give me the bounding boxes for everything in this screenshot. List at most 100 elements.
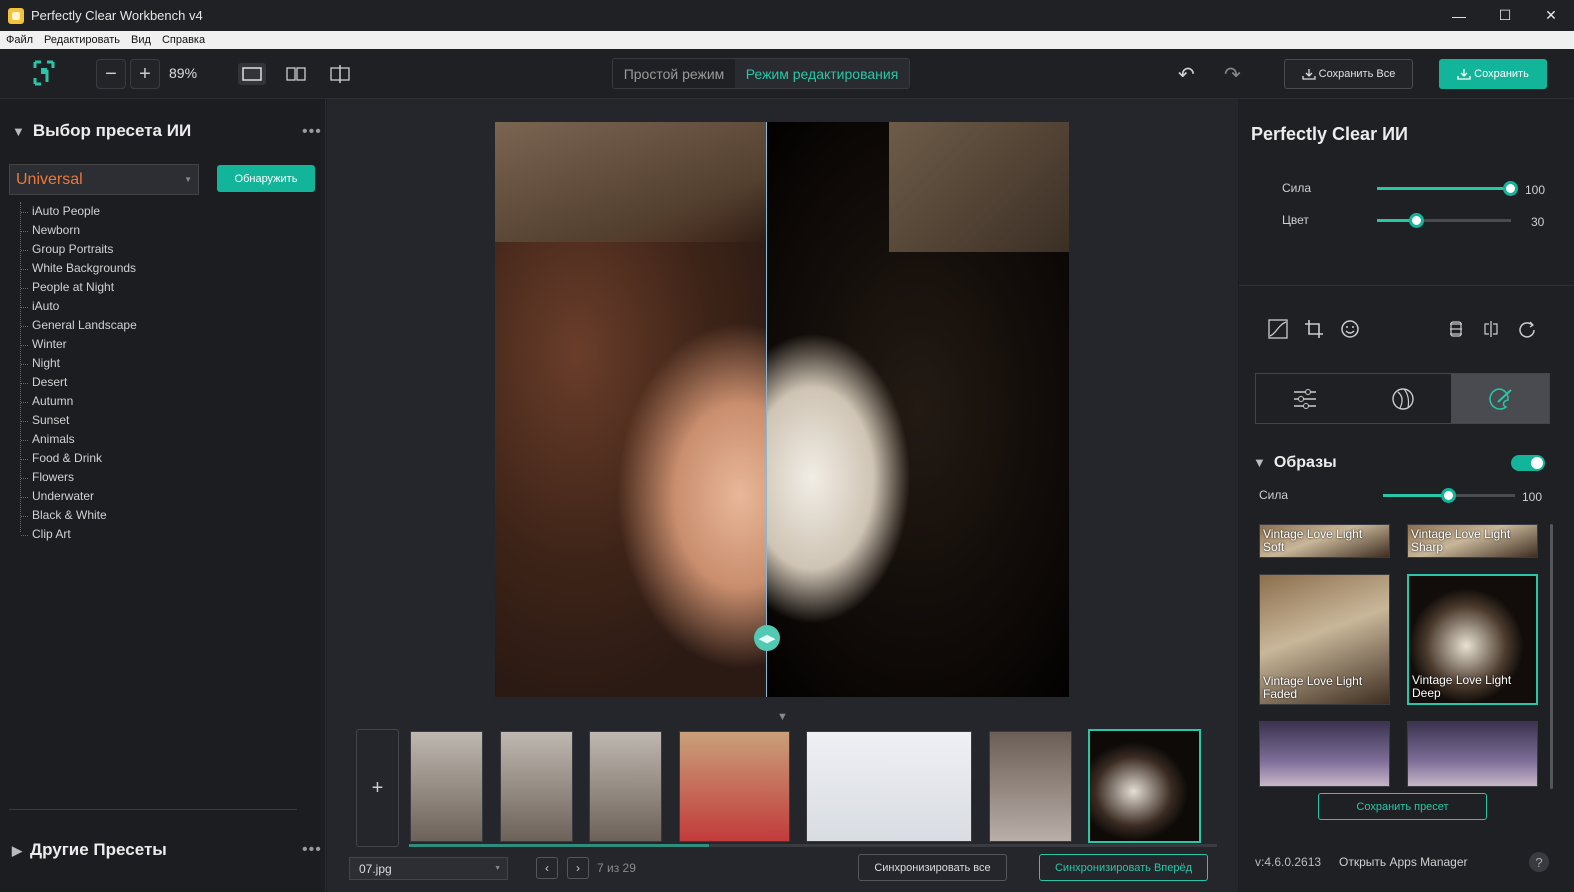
color-slider[interactable] (1377, 213, 1511, 228)
looks-toggle[interactable] (1511, 455, 1545, 471)
preset-item[interactable]: Flowers (21, 468, 220, 487)
thumbnail[interactable] (806, 731, 972, 842)
preset-item[interactable]: Winter (21, 335, 220, 354)
look-thumbnail[interactable] (1407, 721, 1538, 787)
strength-slider-row: Сила 100 (1239, 179, 1574, 199)
open-apps-manager-link[interactable]: Открыть Apps Manager (1339, 855, 1468, 869)
slider-knob[interactable] (1503, 181, 1518, 196)
look-thumbnail[interactable]: Vintage Love Light Sharp (1407, 524, 1538, 558)
edit-mode-tab[interactable]: Режим редактирования (735, 59, 909, 88)
look-thumbnail-selected[interactable]: Vintage Love Light Deep (1407, 574, 1538, 705)
mode-switch: Простой режим Режим редактирования (612, 58, 910, 89)
look-thumbnail[interactable]: Vintage Love Light Faded (1259, 574, 1390, 705)
thumbnail-selected[interactable] (1088, 729, 1201, 843)
rotate-icon[interactable] (1516, 318, 1538, 340)
file-dropdown[interactable]: 07.jpg ▼ (349, 857, 508, 880)
preset-item[interactable]: Autumn (21, 392, 220, 411)
looks-header[interactable]: ▼ Образы (1253, 454, 1337, 472)
look-label: Vintage Love Light Faded (1263, 674, 1363, 701)
preset-item[interactable]: Night (21, 354, 220, 373)
close-button[interactable]: ✕ (1528, 0, 1574, 31)
side-by-side-view-icon[interactable] (282, 63, 310, 85)
preset-dropdown[interactable]: Universal ▼ (9, 164, 199, 195)
minimize-button[interactable]: — (1436, 0, 1482, 31)
window-title: Perfectly Clear Workbench v4 (31, 8, 203, 23)
flip-horizontal-icon[interactable] (1480, 318, 1502, 340)
thumbnail[interactable] (989, 731, 1072, 842)
save-button[interactable]: Сохранить (1439, 59, 1547, 89)
ai-preset-header[interactable]: ▼ Выбор пресета ИИ (12, 121, 191, 141)
help-icon[interactable]: ? (1529, 852, 1549, 872)
looks-strength-slider[interactable] (1383, 488, 1515, 503)
previous-image-button[interactable]: ‹ (536, 857, 558, 879)
slider-knob[interactable] (1441, 488, 1456, 503)
split-view-icon[interactable] (326, 63, 354, 85)
sync-all-button[interactable]: Синхронизировать все (858, 854, 1007, 881)
menu-view[interactable]: Вид (131, 34, 151, 46)
more-options-icon[interactable]: ••• (302, 841, 322, 859)
save-preset-button[interactable]: Сохранить пресет (1318, 793, 1487, 820)
preset-item[interactable]: iAuto People (21, 202, 220, 221)
redo-icon[interactable]: ↷ (1224, 62, 1241, 87)
app-logo-icon (33, 60, 55, 86)
divider (9, 809, 297, 810)
single-view-icon[interactable] (238, 63, 266, 85)
preset-item[interactable]: Newborn (21, 221, 220, 240)
save-all-button[interactable]: Сохранить Все (1284, 59, 1413, 89)
zoom-in-button[interactable]: + (130, 59, 160, 89)
preset-tree: iAuto People Newborn Group Portraits Whi… (20, 202, 220, 541)
more-options-icon[interactable]: ••• (302, 123, 322, 141)
crop-icon[interactable] (1303, 318, 1325, 340)
compare-divider-line[interactable] (766, 122, 767, 697)
strip-scrollbar[interactable] (409, 844, 1217, 847)
looks-strength-row: Сила 100 (1239, 486, 1574, 506)
detect-button[interactable]: Обнаружить (217, 165, 315, 192)
simple-mode-tab[interactable]: Простой режим (613, 59, 735, 88)
menu-bar: Файл Редактировать Вид Справка (0, 31, 1574, 49)
flip-vertical-icon[interactable] (1445, 318, 1467, 340)
chevron-down-icon: ▼ (184, 175, 192, 184)
zoom-out-button[interactable]: − (96, 59, 126, 89)
undo-icon[interactable]: ↶ (1178, 62, 1195, 87)
right-panel: Perfectly Clear ИИ Сила 100 Цвет 30 ▼ Об… (1239, 99, 1574, 892)
next-image-button[interactable]: › (567, 857, 589, 879)
preset-item[interactable]: Underwater (21, 487, 220, 506)
look-thumbnail[interactable] (1259, 721, 1390, 787)
menu-file[interactable]: Файл (6, 34, 33, 46)
preset-item[interactable]: Food & Drink (21, 449, 220, 468)
preset-item[interactable]: People at Night (21, 278, 220, 297)
collapse-strip-icon[interactable]: ▼ (777, 711, 788, 723)
strength-slider[interactable] (1377, 181, 1518, 196)
thumbnail[interactable] (410, 731, 483, 842)
title-bar: Perfectly Clear Workbench v4 — ☐ ✕ (0, 0, 1574, 31)
look-label: Vintage Love Light Sharp (1411, 527, 1511, 554)
preset-item[interactable]: Desert (21, 373, 220, 392)
thumbnail[interactable] (500, 731, 573, 842)
look-thumbnail[interactable]: Vintage Love Light Soft (1259, 524, 1390, 558)
sync-forward-button[interactable]: Синхронизировать Вперёд (1039, 854, 1208, 881)
compare-handle-icon[interactable]: ◀▶ (754, 625, 780, 651)
preset-item[interactable]: Black & White (21, 506, 220, 525)
curves-icon[interactable] (1267, 318, 1289, 340)
looks-tab[interactable] (1451, 374, 1550, 423)
preset-item[interactable]: White Backgrounds (21, 259, 220, 278)
effects-tab[interactable] (1354, 374, 1452, 423)
add-image-button[interactable]: + (356, 729, 399, 847)
slider-knob[interactable] (1409, 213, 1425, 228)
divider (1239, 285, 1574, 286)
preset-item[interactable]: Clip Art (21, 525, 220, 544)
maximize-button[interactable]: ☐ (1482, 0, 1528, 31)
preset-item[interactable]: General Landscape (21, 316, 220, 335)
menu-help[interactable]: Справка (162, 34, 205, 46)
thumbnail[interactable] (589, 731, 662, 842)
preset-item[interactable]: Sunset (21, 411, 220, 430)
preset-item[interactable]: Group Portraits (21, 240, 220, 259)
adjustments-tab[interactable] (1256, 374, 1354, 423)
face-icon[interactable] (1339, 318, 1361, 340)
looks-scrollbar[interactable] (1550, 524, 1553, 789)
other-presets-header[interactable]: ▶ Другие Пресеты (12, 840, 167, 860)
menu-edit[interactable]: Редактировать (44, 34, 120, 46)
thumbnail[interactable] (679, 731, 790, 842)
preset-item[interactable]: iAuto (21, 297, 220, 316)
preset-item[interactable]: Animals (21, 430, 220, 449)
